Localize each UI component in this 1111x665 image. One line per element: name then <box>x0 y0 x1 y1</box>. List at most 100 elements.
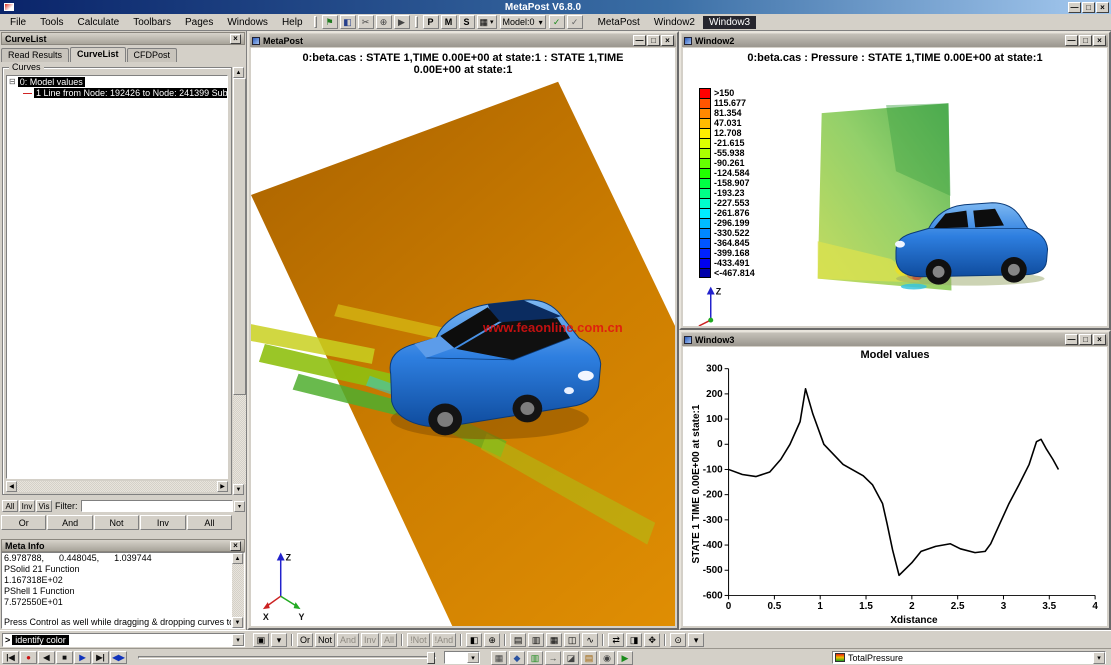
grid-menu-button[interactable]: ▦▾ <box>477 15 497 29</box>
command-dropdown-icon[interactable]: ▾ <box>232 634 244 646</box>
close-button[interactable]: × <box>1096 2 1109 13</box>
menu-tools[interactable]: Tools <box>33 16 70 29</box>
metainfo-titlebar[interactable]: Meta Info × <box>1 539 245 552</box>
tree-item[interactable]: —1 Line from Node: 192426 to Node: 24139… <box>7 87 227 98</box>
tab-read-results[interactable]: Read Results <box>1 48 69 62</box>
toolbar-button-m[interactable]: M <box>441 15 457 29</box>
minimize-button[interactable]: — <box>633 35 646 46</box>
close-button[interactable]: × <box>1093 35 1106 46</box>
filter-dropdown-icon[interactable]: ▾ <box>234 501 245 512</box>
scroll-down-icon[interactable]: ▼ <box>232 617 243 628</box>
window-tab-window3[interactable]: Window3 <box>703 16 756 29</box>
tab-curvelist[interactable]: CurveList <box>70 47 126 62</box>
filter-input[interactable] <box>81 500 234 512</box>
filter-all-button[interactable]: All <box>2 500 18 512</box>
close-button[interactable]: × <box>1093 334 1106 345</box>
window-tab-metapost[interactable]: MetaPost <box>592 16 646 29</box>
logic-and-button[interactable]: And <box>47 515 92 530</box>
menu-toolbars[interactable]: Toolbars <box>126 16 178 29</box>
shaded-button[interactable]: ▥ <box>528 633 544 647</box>
scrollbar-thumb[interactable] <box>233 78 246 395</box>
zoom-button[interactable]: ⊕ <box>376 15 392 29</box>
green-check-button[interactable]: ✓ <box>549 15 565 29</box>
minimize-button[interactable]: — <box>1068 2 1081 13</box>
pages-button[interactable]: ⚑ <box>322 15 338 29</box>
record-button[interactable]: ● <box>20 651 37 664</box>
loop-button[interactable]: ◀▶ <box>110 651 127 664</box>
vector-button[interactable]: → <box>545 651 561 665</box>
main-3d-scene[interactable]: Z X Y <box>251 48 675 626</box>
command-input[interactable]: > identify color ▾ <box>2 633 245 647</box>
settings-dropdown-button[interactable]: ▾ <box>271 633 287 647</box>
toolbar-button-s[interactable]: S <box>459 15 475 29</box>
pick-button[interactable]: ▶ <box>394 15 410 29</box>
close-icon[interactable]: × <box>230 541 241 551</box>
metainfo-scrollbar[interactable]: ▲ ▼ <box>232 553 244 628</box>
tab-cfdpost[interactable]: CFDPost <box>127 48 178 62</box>
window3-titlebar[interactable]: Window3 —□× <box>682 333 1108 346</box>
menu-help[interactable]: Help <box>275 16 310 29</box>
isofunction-button[interactable]: ◆ <box>509 651 525 665</box>
filter-vis-button[interactable]: Vis <box>36 500 52 512</box>
scroll-up-icon[interactable]: ▲ <box>233 67 244 78</box>
wireframe-button[interactable]: ▤ <box>510 633 526 647</box>
cut-button[interactable]: ✂ <box>358 15 374 29</box>
maximize-button[interactable]: □ <box>647 35 660 46</box>
viewport-canvas[interactable]: Z X Y 0:beta.cas : STATE 1,TIME 0.00E+00… <box>251 48 675 626</box>
scroll-down-icon[interactable]: ▼ <box>233 484 244 495</box>
animation-slider[interactable] <box>138 656 436 659</box>
state-combo[interactable]: ▾ <box>444 651 480 664</box>
menu-file[interactable]: File <box>3 16 33 29</box>
window3-canvas[interactable]: 3002001000-100-200-300-400-500-60000.511… <box>683 347 1107 626</box>
maximize-button[interactable]: □ <box>1082 2 1095 13</box>
tree-expander-icon[interactable]: ⊟ <box>9 77 16 86</box>
viewport-titlebar[interactable]: MetaPost —□× <box>250 34 676 47</box>
maximize-button[interactable]: □ <box>1079 35 1092 46</box>
layout-button[interactable]: ◧ <box>340 15 356 29</box>
menu-windows[interactable]: Windows <box>220 16 275 29</box>
report-button[interactable]: ▤ <box>581 651 597 665</box>
logic-all-button[interactable]: All <box>187 515 232 530</box>
stop-button[interactable]: ■ <box>56 651 73 664</box>
scroll-left-icon[interactable]: ◀ <box>6 481 17 492</box>
result-combo[interactable]: TotalPressure ▾ <box>832 651 1106 664</box>
link-button[interactable]: ⇄ <box>608 633 624 647</box>
step-back-button[interactable]: ◀ <box>38 651 55 664</box>
window2-titlebar[interactable]: Window2 —□× <box>682 34 1108 47</box>
paint-button[interactable]: ◧ <box>466 633 482 647</box>
tree-item[interactable]: ⊟0: Model values <box>7 76 227 87</box>
trace-button[interactable]: ∿ <box>582 633 598 647</box>
menu-calculate[interactable]: Calculate <box>70 16 126 29</box>
camera-button[interactable]: ◉ <box>599 651 615 665</box>
grid-button[interactable]: ▦ <box>546 633 562 647</box>
not-button[interactable]: Not <box>315 633 335 647</box>
maximize-button[interactable]: □ <box>1079 334 1092 345</box>
zoom-in-button[interactable]: ⊕ <box>484 633 500 647</box>
filter-inv-button[interactable]: Inv <box>19 500 35 512</box>
window2-canvas[interactable]: Z X 0:beta.cas : Pressure : STATE 1,TIME… <box>683 48 1107 326</box>
model-combo[interactable]: Model:0 ▾ <box>500 15 546 29</box>
options-dropdown-button[interactable]: ▾ <box>688 633 704 647</box>
fringe-button[interactable]: ▥ <box>527 651 543 665</box>
move-button[interactable]: ✥ <box>644 633 660 647</box>
video-button[interactable]: ▶ <box>617 651 633 665</box>
play-button[interactable]: ▶ <box>74 651 91 664</box>
close-button[interactable]: × <box>661 35 674 46</box>
curves-list[interactable]: ⊟0: Model values—1 Line from Node: 19242… <box>6 75 228 479</box>
logic-inv-button[interactable]: Inv <box>140 515 185 530</box>
last-frame-button[interactable]: ▶| <box>92 651 109 664</box>
toolbar-button-p[interactable]: P <box>423 15 439 29</box>
cut-plane-button[interactable]: ◪ <box>563 651 579 665</box>
first-frame-button[interactable]: |◀ <box>2 651 19 664</box>
minimize-button[interactable]: — <box>1065 334 1078 345</box>
close-icon[interactable]: × <box>230 34 241 44</box>
split-button[interactable]: ◨ <box>626 633 642 647</box>
states-button[interactable]: ▦ <box>491 651 507 665</box>
window-tab-window2[interactable]: Window2 <box>648 16 701 29</box>
curves-vscrollbar[interactable]: ▲ ▼ <box>233 67 246 495</box>
app-titlebar[interactable]: MetaPost V6.8.0 —□× <box>0 0 1111 14</box>
minimize-button[interactable]: — <box>1065 35 1078 46</box>
chevron-down-icon[interactable]: ▾ <box>1093 652 1105 664</box>
scroll-right-icon[interactable]: ▶ <box>217 481 228 492</box>
slider-handle[interactable] <box>427 652 435 664</box>
